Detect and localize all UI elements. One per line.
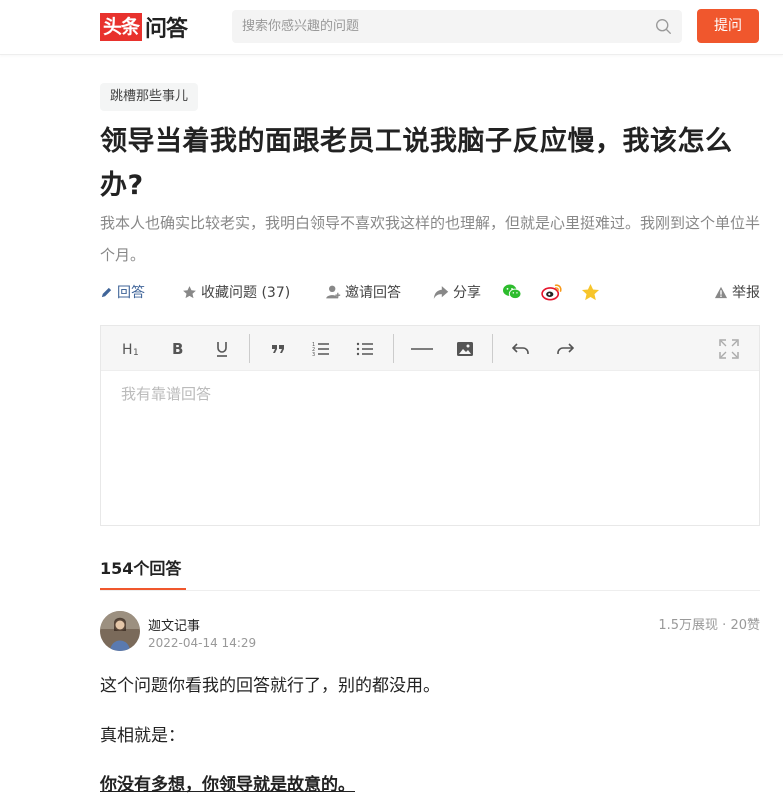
star-icon	[183, 285, 196, 298]
search-box	[232, 10, 682, 43]
question-tag[interactable]: 跳槽那些事儿	[100, 83, 199, 111]
quote-icon[interactable]	[267, 338, 289, 360]
pencil-icon	[101, 287, 112, 297]
ask-question-button[interactable]: 提问	[697, 9, 759, 43]
collect-question-button[interactable]: 收藏问题 (37)	[182, 280, 290, 304]
answers-count-tab[interactable]: 154个回答	[100, 555, 181, 579]
question-description: 我本人也确实比较老实，我明白领导不喜欢我这样的也理解，但就是心里挺难过。我刚到这…	[100, 214, 761, 264]
image-icon[interactable]	[454, 338, 476, 360]
wechat-share-button[interactable]	[502, 280, 526, 304]
divider-icon[interactable]	[409, 338, 435, 360]
top-header: 头条 问答 提问	[0, 0, 783, 55]
qzone-star-icon	[581, 283, 600, 300]
search-input[interactable]	[232, 10, 632, 43]
search-icon[interactable]	[655, 18, 672, 35]
warning-icon	[714, 286, 728, 298]
ordered-list-icon[interactable]: 123	[310, 338, 332, 360]
answer-stats: 1.5万展现 · 20赞	[658, 618, 760, 633]
share-icon	[433, 285, 449, 299]
underline-icon[interactable]	[211, 338, 233, 360]
answer-button[interactable]: 回答	[100, 280, 145, 304]
answer-editor: H1 B 123 我有靠谱回答	[100, 325, 760, 526]
bold-icon[interactable]: B	[167, 338, 189, 360]
editor-toolbar: H1 B 123	[101, 326, 759, 371]
share-button[interactable]: 分享	[433, 280, 481, 304]
question-title: 领导当着我的面跟老员工说我脑子反应慢，我该怎么办?	[100, 126, 733, 201]
editor-input[interactable]: 我有靠谱回答	[101, 371, 759, 416]
svg-text:B: B	[172, 341, 183, 357]
answer-paragraph: 这个问题你看我的回答就行了，别的都没用。	[100, 676, 440, 696]
answer-author[interactable]: 迦文记事	[148, 615, 200, 634]
answer-date: 2022-04-14 14:29	[148, 636, 257, 650]
svg-text:H: H	[122, 342, 133, 357]
redo-icon[interactable]	[554, 338, 576, 360]
report-label: 举报	[732, 285, 760, 301]
answers-divider	[100, 590, 760, 591]
answer-paragraph-emphasis: 你没有多想，你领导就是故意的。	[100, 775, 355, 795]
avatar[interactable]	[100, 611, 140, 651]
logo-red-part: 头条	[100, 13, 143, 41]
heading-icon[interactable]: H1	[121, 338, 143, 360]
share-label: 分享	[453, 285, 481, 301]
logo-black-part: 问答	[145, 17, 188, 42]
toolbar-divider	[249, 334, 250, 363]
site-logo[interactable]: 头条 问答	[100, 12, 188, 42]
bullet-list-icon[interactable]	[354, 338, 376, 360]
answer-label: 回答	[117, 285, 145, 301]
toolbar-divider	[393, 334, 394, 363]
toolbar-divider	[492, 334, 493, 363]
user-add-icon	[326, 285, 341, 299]
svg-text:3: 3	[312, 352, 315, 357]
weibo-icon	[541, 284, 562, 301]
qzone-share-button[interactable]	[581, 280, 604, 304]
wechat-icon	[503, 284, 522, 300]
undo-icon[interactable]	[510, 338, 532, 360]
invite-answer-button[interactable]: 邀请回答	[325, 280, 401, 304]
invite-label: 邀请回答	[345, 285, 401, 301]
active-tab-indicator	[100, 588, 186, 590]
answer-paragraph: 真相就是：	[100, 726, 185, 746]
svg-text:1: 1	[133, 348, 139, 357]
fullscreen-icon[interactable]	[718, 338, 740, 360]
question-actions: 回答 收藏问题 (37) 邀请回答 分享 举报	[100, 280, 760, 304]
report-button[interactable]: 举报	[714, 280, 760, 304]
weibo-share-button[interactable]	[541, 280, 567, 304]
collect-label: 收藏问题 (37)	[201, 285, 291, 301]
